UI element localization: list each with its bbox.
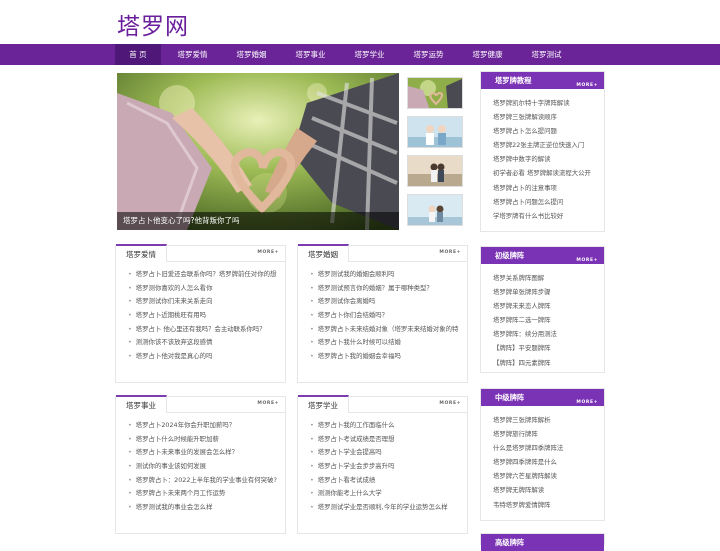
nav-health[interactable]: 塔罗健康 bbox=[458, 44, 517, 65]
list-item[interactable]: 塔罗测你喜欢的人怎么看你 bbox=[128, 282, 277, 296]
list-item[interactable]: 塔罗牌三张牌解读顺序 bbox=[493, 110, 598, 124]
thumb-image bbox=[408, 78, 462, 108]
list-item[interactable]: 初学者必看 塔罗牌解读流程大公开 bbox=[493, 166, 598, 180]
list-item[interactable]: 塔罗测试我的婚姻会顺利吗 bbox=[310, 268, 459, 282]
list-item[interactable]: 塔罗牌阵：续分用测法 bbox=[493, 327, 598, 341]
list-item[interactable]: 测测你该不该放弃这段感情 bbox=[128, 336, 277, 350]
hero-image bbox=[117, 73, 399, 230]
sidebar-title[interactable]: 塔罗牌教程 bbox=[495, 76, 531, 85]
hero-slide[interactable]: 塔罗占卜他变心了吗?他背叛你了吗 bbox=[117, 73, 399, 230]
list-item[interactable]: 塔罗占卜 他心里还有我吗？会主动联系你吗？ bbox=[128, 323, 277, 337]
list-item[interactable]: 【牌阵】四元素牌阵 bbox=[493, 356, 598, 370]
list-item[interactable]: 什么是塔罗牌四季牌阵法 bbox=[493, 441, 598, 455]
thumb-image bbox=[408, 195, 462, 225]
list-item[interactable]: 韦特塔罗牌爱情牌阵 bbox=[493, 498, 598, 512]
list-item[interactable]: 塔罗测试你会离婚吗 bbox=[310, 295, 459, 309]
list-item[interactable]: 塔罗测试你们未来关系走向 bbox=[128, 295, 277, 309]
list-item[interactable]: 塔罗占卜近期桃旺有用吗 bbox=[128, 309, 277, 323]
list-item[interactable]: 塔罗占卜考试成绩是否理想 bbox=[310, 433, 459, 447]
list-item[interactable]: 塔罗牌三张牌阵解析 bbox=[493, 413, 598, 427]
section-title[interactable]: 塔罗爱情 bbox=[116, 244, 167, 262]
list-item[interactable]: 塔罗牌未来恋人牌阵 bbox=[493, 299, 598, 313]
list-item[interactable]: 塔罗占卜我什么时候可以结婚 bbox=[310, 336, 459, 350]
list-item[interactable]: 塔罗牌阵二选一牌阵 bbox=[493, 313, 598, 327]
list-item[interactable]: 塔罗牌四季牌阵是什么 bbox=[493, 455, 598, 469]
more-link[interactable]: MORE+ bbox=[257, 250, 279, 255]
list-item[interactable]: 塔罗牌占卜问题怎么提问 bbox=[493, 195, 598, 209]
nav-marriage[interactable]: 塔罗婚姻 bbox=[222, 44, 281, 65]
more-link[interactable]: MORE+ bbox=[576, 77, 598, 94]
list-item[interactable]: 塔罗牌22张主牌正逆位快速入门 bbox=[493, 138, 598, 152]
list-item[interactable]: 塔罗牌单张牌阵步骤 bbox=[493, 285, 598, 299]
nav-love[interactable]: 塔罗爱情 bbox=[163, 44, 222, 65]
sidebar-intermediate: 中级牌阵 MORE+ 塔罗牌三张牌阵解析 塔罗牌旅行牌阵 什么是塔罗牌四季牌阵法 … bbox=[480, 388, 605, 521]
sidebar-beginner: 初级牌阵 MORE+ 塔罗关系牌阵图解 塔罗牌单张牌阵步骤 塔罗牌未来恋人牌阵 塔… bbox=[480, 246, 605, 373]
nav-test[interactable]: 塔罗测试 bbox=[517, 44, 576, 65]
more-link[interactable]: MORE+ bbox=[439, 401, 461, 406]
list-item[interactable]: 塔罗关系牌阵图解 bbox=[493, 271, 598, 285]
list-item[interactable]: 塔罗测试预言你的婚姻？属于哪种类型？ bbox=[310, 282, 459, 296]
list-item[interactable]: 塔罗测试我的事业会怎么样 bbox=[128, 501, 277, 515]
list-item[interactable]: 塔罗占卜旧爱还会联系你吗？塔罗牌前任对你的想法 bbox=[128, 268, 277, 282]
list-item[interactable]: 塔罗牌占卜怎么提问题 bbox=[493, 124, 598, 138]
list-item[interactable]: 塔罗牌中数字的解读 bbox=[493, 152, 598, 166]
list-item[interactable]: 测测你能考上什么大学 bbox=[310, 487, 459, 501]
more-link[interactable]: MORE+ bbox=[576, 394, 598, 411]
hero-caption[interactable]: 塔罗占卜他变心了吗?他背叛你了吗 bbox=[117, 212, 399, 230]
thumb-3[interactable] bbox=[407, 155, 463, 187]
section-title[interactable]: 塔罗婚姻 bbox=[298, 244, 349, 262]
more-link[interactable]: MORE+ bbox=[439, 250, 461, 255]
list-item[interactable]: 学塔罗牌有什么书比较好 bbox=[493, 209, 598, 223]
more-link[interactable]: MORE+ bbox=[576, 252, 598, 269]
list-item[interactable]: 塔罗占卜学业会提高吗 bbox=[310, 446, 459, 460]
sidebar-title[interactable]: 初级牌阵 bbox=[495, 251, 524, 260]
section-study: 塔罗学业 MORE+ 塔罗占卜我的工作面临什么 塔罗占卜考试成绩是否理想 塔罗占卜… bbox=[297, 395, 468, 534]
list-item[interactable]: 塔罗占卜我的工作面临什么 bbox=[310, 419, 459, 433]
site-header: 塔罗网 bbox=[0, 0, 720, 44]
thumb-1[interactable] bbox=[407, 77, 463, 109]
nav-career[interactable]: 塔罗事业 bbox=[281, 44, 340, 65]
site-logo[interactable]: 塔罗网 bbox=[117, 7, 189, 41]
thumb-4[interactable] bbox=[407, 194, 463, 226]
list-item[interactable]: 塔罗占卜未来事业的发展会怎么样？ bbox=[128, 446, 277, 460]
list-item[interactable]: 塔罗占卜2024年你会升职加薪吗？ bbox=[128, 419, 277, 433]
sidebar-tutorials: 塔罗牌教程 MORE+ 塔罗牌凯尔特十字牌阵解读 塔罗牌三张牌解读顺序 塔罗牌占卜… bbox=[480, 71, 605, 232]
list-item[interactable]: 塔罗牌占卜的注意事项 bbox=[493, 181, 598, 195]
section-marriage: 塔罗婚姻 MORE+ 塔罗测试我的婚姻会顺利吗 塔罗测试预言你的婚姻？属于哪种类型… bbox=[297, 244, 468, 383]
thumb-image bbox=[408, 117, 462, 147]
sidebar-title[interactable]: 中级牌阵 bbox=[495, 393, 524, 402]
list-item[interactable]: 塔罗测试学业是否顺利,今年的学业运势怎么样 bbox=[310, 501, 459, 515]
list-item[interactable]: 塔罗牌旅行牌阵 bbox=[493, 427, 598, 441]
list-item[interactable]: 塔罗占卜你们会结婚吗？ bbox=[310, 309, 459, 323]
section-title[interactable]: 塔罗学业 bbox=[298, 395, 349, 413]
list-item[interactable]: 塔罗牌凯尔特十字牌阵解读 bbox=[493, 96, 598, 110]
list-item[interactable]: 塔罗牌占卜未来两个月工作运势 bbox=[128, 487, 277, 501]
thumb-2[interactable] bbox=[407, 116, 463, 148]
list-item[interactable]: 塔罗牌六芒星牌阵解读 bbox=[493, 469, 598, 483]
list-item[interactable]: 塔罗牌无牌阵解读 bbox=[493, 483, 598, 497]
nav-fortune[interactable]: 塔罗运势 bbox=[399, 44, 458, 65]
nav-study[interactable]: 塔罗学业 bbox=[340, 44, 399, 65]
section-career: 塔罗事业 MORE+ 塔罗占卜2024年你会升职加薪吗？ 塔罗占卜什么时候能升职加… bbox=[115, 395, 286, 534]
section-title[interactable]: 塔罗事业 bbox=[116, 395, 167, 413]
thumb-image bbox=[408, 156, 462, 186]
list-item[interactable]: 塔罗占卜什么时候能升职加薪 bbox=[128, 433, 277, 447]
list-item[interactable]: 塔罗占卜学业会步步高升吗 bbox=[310, 460, 459, 474]
sidebar-title[interactable]: 高级牌阵 bbox=[495, 538, 524, 547]
main-nav: 首 页 塔罗爱情 塔罗婚姻 塔罗事业 塔罗学业 塔罗运势 塔罗健康 塔罗测试 bbox=[0, 44, 720, 65]
sidebar-advanced: 高级牌阵 bbox=[480, 533, 605, 551]
list-item[interactable]: 塔罗占卜看考试成绩 bbox=[310, 474, 459, 488]
list-item[interactable]: 塔罗牌占卜我的婚姻会幸福吗 bbox=[310, 350, 459, 364]
section-love: 塔罗爱情 MORE+ 塔罗占卜旧爱还会联系你吗？塔罗牌前任对你的想法 塔罗测你喜欢… bbox=[115, 244, 286, 383]
list-item[interactable]: 测试你的事业该如何发展 bbox=[128, 460, 277, 474]
list-item[interactable]: 塔罗牌占卜：2022上半年我的学业事业有何突破? bbox=[128, 474, 277, 488]
nav-home[interactable]: 首 页 bbox=[115, 44, 161, 65]
list-item[interactable]: 塔罗占卜他对我是真心的吗 bbox=[128, 350, 277, 364]
list-item[interactable]: 【牌阵】平安题牌阵 bbox=[493, 341, 598, 355]
list-item[interactable]: 塔罗牌占卜未来结婚对象（塔罗未来结婚对象的特... bbox=[310, 323, 459, 337]
more-link[interactable]: MORE+ bbox=[257, 401, 279, 406]
